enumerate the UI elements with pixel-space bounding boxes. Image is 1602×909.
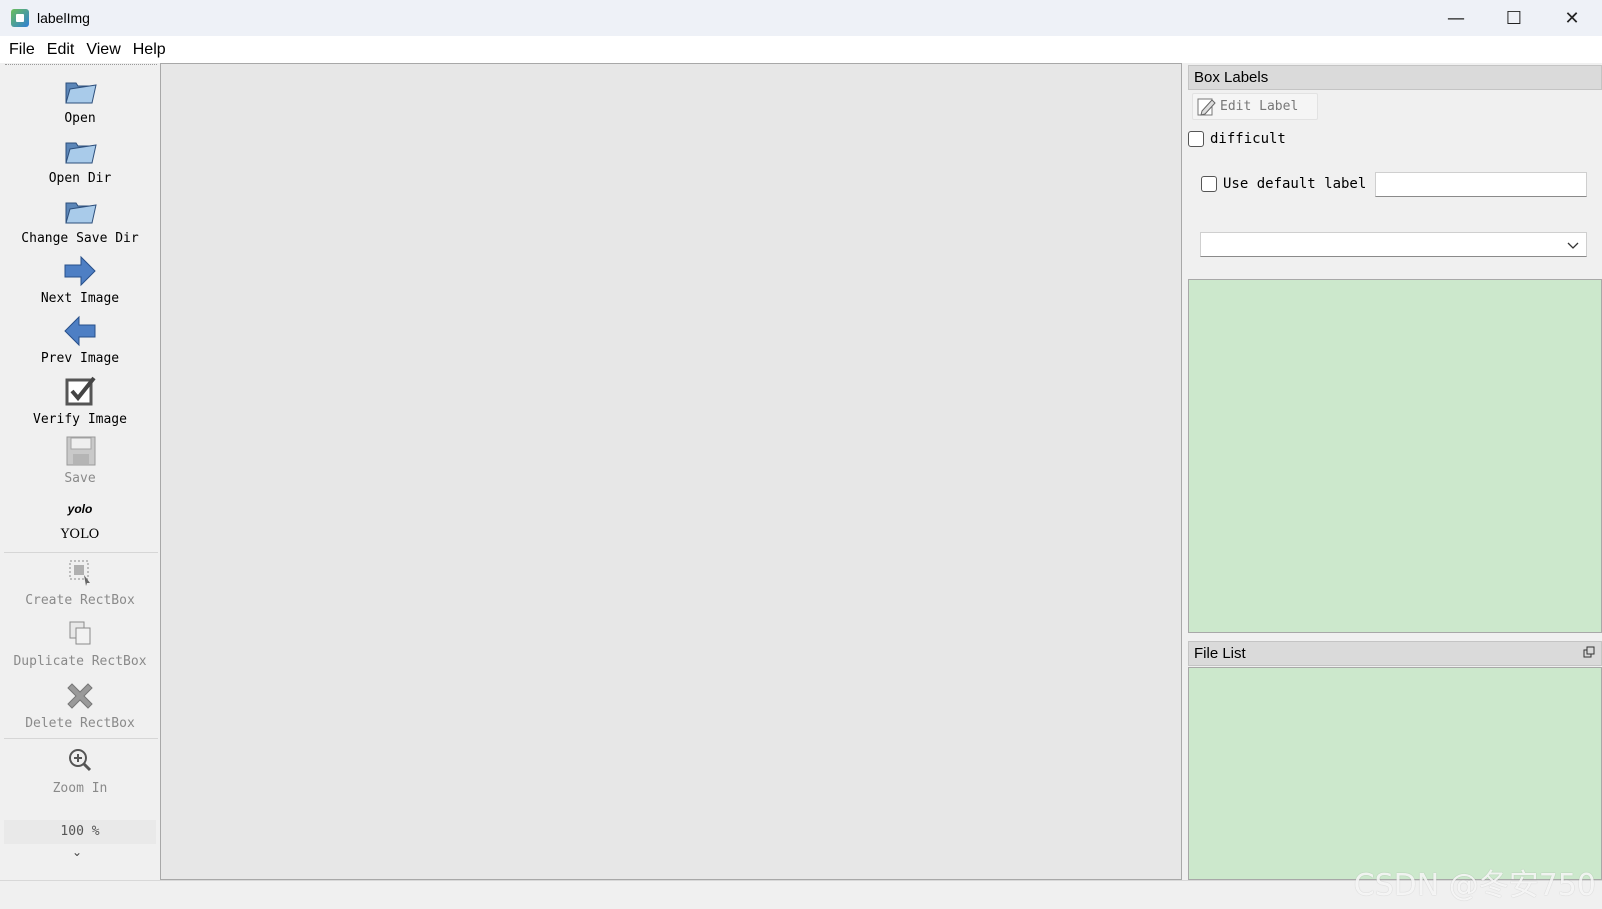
close-button[interactable]: ✕	[1543, 0, 1601, 36]
format-label: YOLO	[60, 527, 100, 542]
close-icon: ✕	[1564, 7, 1580, 29]
next-image-button[interactable]: Next Image	[0, 253, 160, 306]
folder-open-icon	[65, 202, 97, 224]
menu-edit[interactable]: Edit	[41, 41, 81, 59]
image-canvas[interactable]	[160, 63, 1182, 880]
folder-open-icon	[65, 82, 97, 104]
menu-file[interactable]: File	[3, 41, 41, 59]
minimize-icon: —	[1447, 7, 1465, 29]
difficult-checkbox[interactable]	[1188, 131, 1204, 147]
arrow-right-icon	[64, 255, 96, 287]
change-save-dir-button[interactable]: Change Save Dir	[0, 193, 160, 246]
duplicate-rectbox-label: Duplicate RectBox	[13, 654, 147, 669]
use-default-label-label: Use default label	[1223, 176, 1367, 192]
change-save-dir-label: Change Save Dir	[21, 231, 139, 246]
dock-float-icon[interactable]	[1583, 646, 1595, 658]
create-rectbox-button[interactable]: Create RectBox	[0, 555, 160, 608]
create-rectbox-label: Create RectBox	[25, 593, 135, 608]
minimize-button[interactable]: —	[1427, 0, 1485, 36]
toolbar-extension-chevron-icon[interactable]: ⌄	[72, 845, 82, 859]
verify-image-button[interactable]: Verify Image	[0, 374, 160, 427]
zoom-value-spinbox[interactable]: 100 %	[4, 820, 156, 844]
menu-bar: File Edit View Help	[0, 36, 1602, 63]
label-list[interactable]	[1188, 279, 1602, 633]
zoom-in-label: Zoom In	[52, 781, 108, 796]
menu-view[interactable]: View	[80, 41, 126, 59]
chevron-down-icon	[1567, 242, 1579, 249]
duplicate-rectbox-button[interactable]: Duplicate RectBox	[0, 616, 160, 669]
zoom-in-icon	[69, 749, 92, 772]
open-dir-button[interactable]: Open Dir	[0, 133, 160, 186]
open-dir-label: Open Dir	[48, 171, 112, 186]
label-combobox[interactable]	[1200, 232, 1587, 257]
use-default-label-checkbox[interactable]	[1201, 176, 1217, 192]
menu-help[interactable]: Help	[127, 41, 172, 59]
delete-rectbox-button[interactable]: Delete RectBox	[0, 678, 160, 731]
arrow-left-icon	[64, 315, 96, 347]
watermark: CSDN @冬安750	[1353, 868, 1596, 903]
file-list-title: File List	[1188, 641, 1602, 666]
maximize-icon: ☐	[1505, 7, 1523, 29]
app-icon	[11, 9, 29, 27]
create-rectbox-icon	[69, 560, 90, 586]
toolbar: Open Open Dir Change Save Dir Next Image…	[0, 63, 160, 880]
folder-open-icon	[65, 142, 97, 164]
open-button[interactable]: Open	[0, 73, 160, 126]
checkbox-checked-icon	[65, 376, 96, 406]
edit-label-text: Edit Label	[1220, 99, 1299, 114]
save-button[interactable]: Save	[0, 433, 160, 486]
yolo-icon: yolo	[67, 502, 93, 516]
format-yolo-button[interactable]: yolo YOLO	[0, 500, 160, 542]
prev-image-button[interactable]: Prev Image	[0, 313, 160, 366]
zoom-in-button[interactable]: Zoom In	[0, 743, 160, 796]
toolbar-grip[interactable]	[5, 64, 157, 66]
maximize-button[interactable]: ☐	[1485, 0, 1543, 36]
toolbar-separator	[4, 738, 158, 739]
duplicate-icon	[69, 621, 91, 645]
prev-image-label: Prev Image	[40, 351, 120, 366]
edit-label-button[interactable]: Edit Label	[1192, 93, 1318, 120]
file-list[interactable]	[1188, 667, 1602, 880]
edit-pencil-icon	[1197, 98, 1216, 116]
box-labels-title: Box Labels	[1188, 65, 1602, 90]
next-image-label: Next Image	[40, 291, 120, 306]
window-title: labelImg	[37, 10, 90, 26]
toolbar-separator	[4, 552, 158, 553]
open-label: Open	[64, 111, 96, 126]
default-label-input[interactable]	[1375, 172, 1587, 197]
save-label: Save	[64, 471, 96, 486]
delete-icon	[67, 683, 93, 709]
file-list-title-text: File List	[1194, 645, 1246, 662]
floppy-disk-icon	[66, 436, 96, 466]
delete-rectbox-label: Delete RectBox	[25, 716, 135, 731]
title-bar: labelImg — ☐ ✕	[0, 0, 1602, 36]
verify-image-label: Verify Image	[33, 412, 127, 427]
difficult-label: difficult	[1210, 131, 1286, 147]
